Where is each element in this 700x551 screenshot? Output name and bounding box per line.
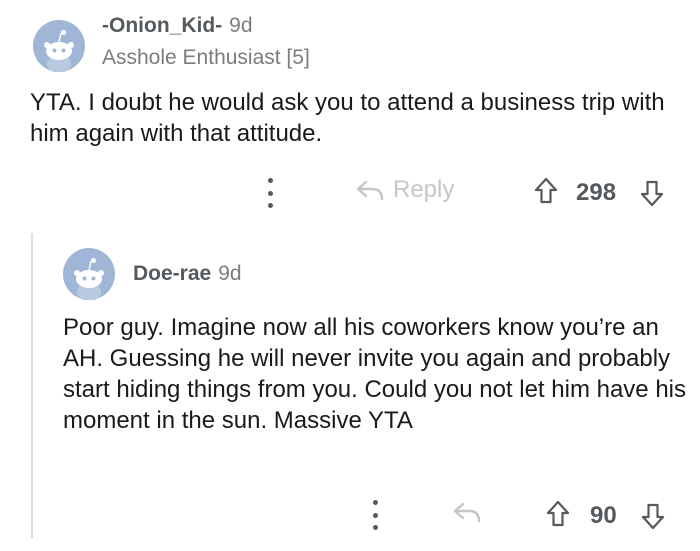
upvote-icon[interactable]	[533, 176, 559, 206]
downvote-icon[interactable]	[640, 501, 666, 531]
comment-thread: -Onion_Kid- 9d Asshole Enthusiast [5] YTA…	[0, 0, 700, 551]
reply-button[interactable]	[452, 499, 482, 525]
thread-line[interactable]	[31, 233, 33, 538]
reply-arrow-icon	[356, 180, 384, 201]
user-avatar-icon[interactable]	[63, 248, 115, 300]
more-options-button[interactable]	[369, 500, 381, 530]
comment-author[interactable]: -Onion_Kid-	[102, 14, 222, 37]
reply-body: Poor guy. Imagine now all his coworkers …	[63, 314, 686, 434]
upvote-icon[interactable]	[545, 499, 571, 529]
reply-meta: Doe-rae 9d	[133, 262, 242, 286]
reply-label: Reply	[393, 176, 455, 203]
more-options-button[interactable]	[264, 178, 276, 208]
comment-age: 9d	[229, 14, 253, 37]
reply-author[interactable]: Doe-rae	[133, 262, 211, 285]
comment-meta: -Onion_Kid- 9d	[102, 14, 253, 38]
comment-body: YTA. I doubt he would ask you to attend …	[30, 89, 665, 147]
user-flair: Asshole Enthusiast [5]	[102, 46, 310, 69]
comment: -Onion_Kid- 9d Asshole Enthusiast [5] YTA…	[0, 0, 700, 232]
user-avatar-icon[interactable]	[33, 20, 85, 72]
reply-age: 9d	[218, 262, 242, 285]
vote-score: 90	[590, 502, 617, 529]
reply-button[interactable]: Reply	[355, 176, 454, 204]
downvote-icon[interactable]	[639, 178, 665, 208]
reply-arrow-icon	[453, 502, 481, 523]
vote-score: 298	[576, 179, 617, 206]
